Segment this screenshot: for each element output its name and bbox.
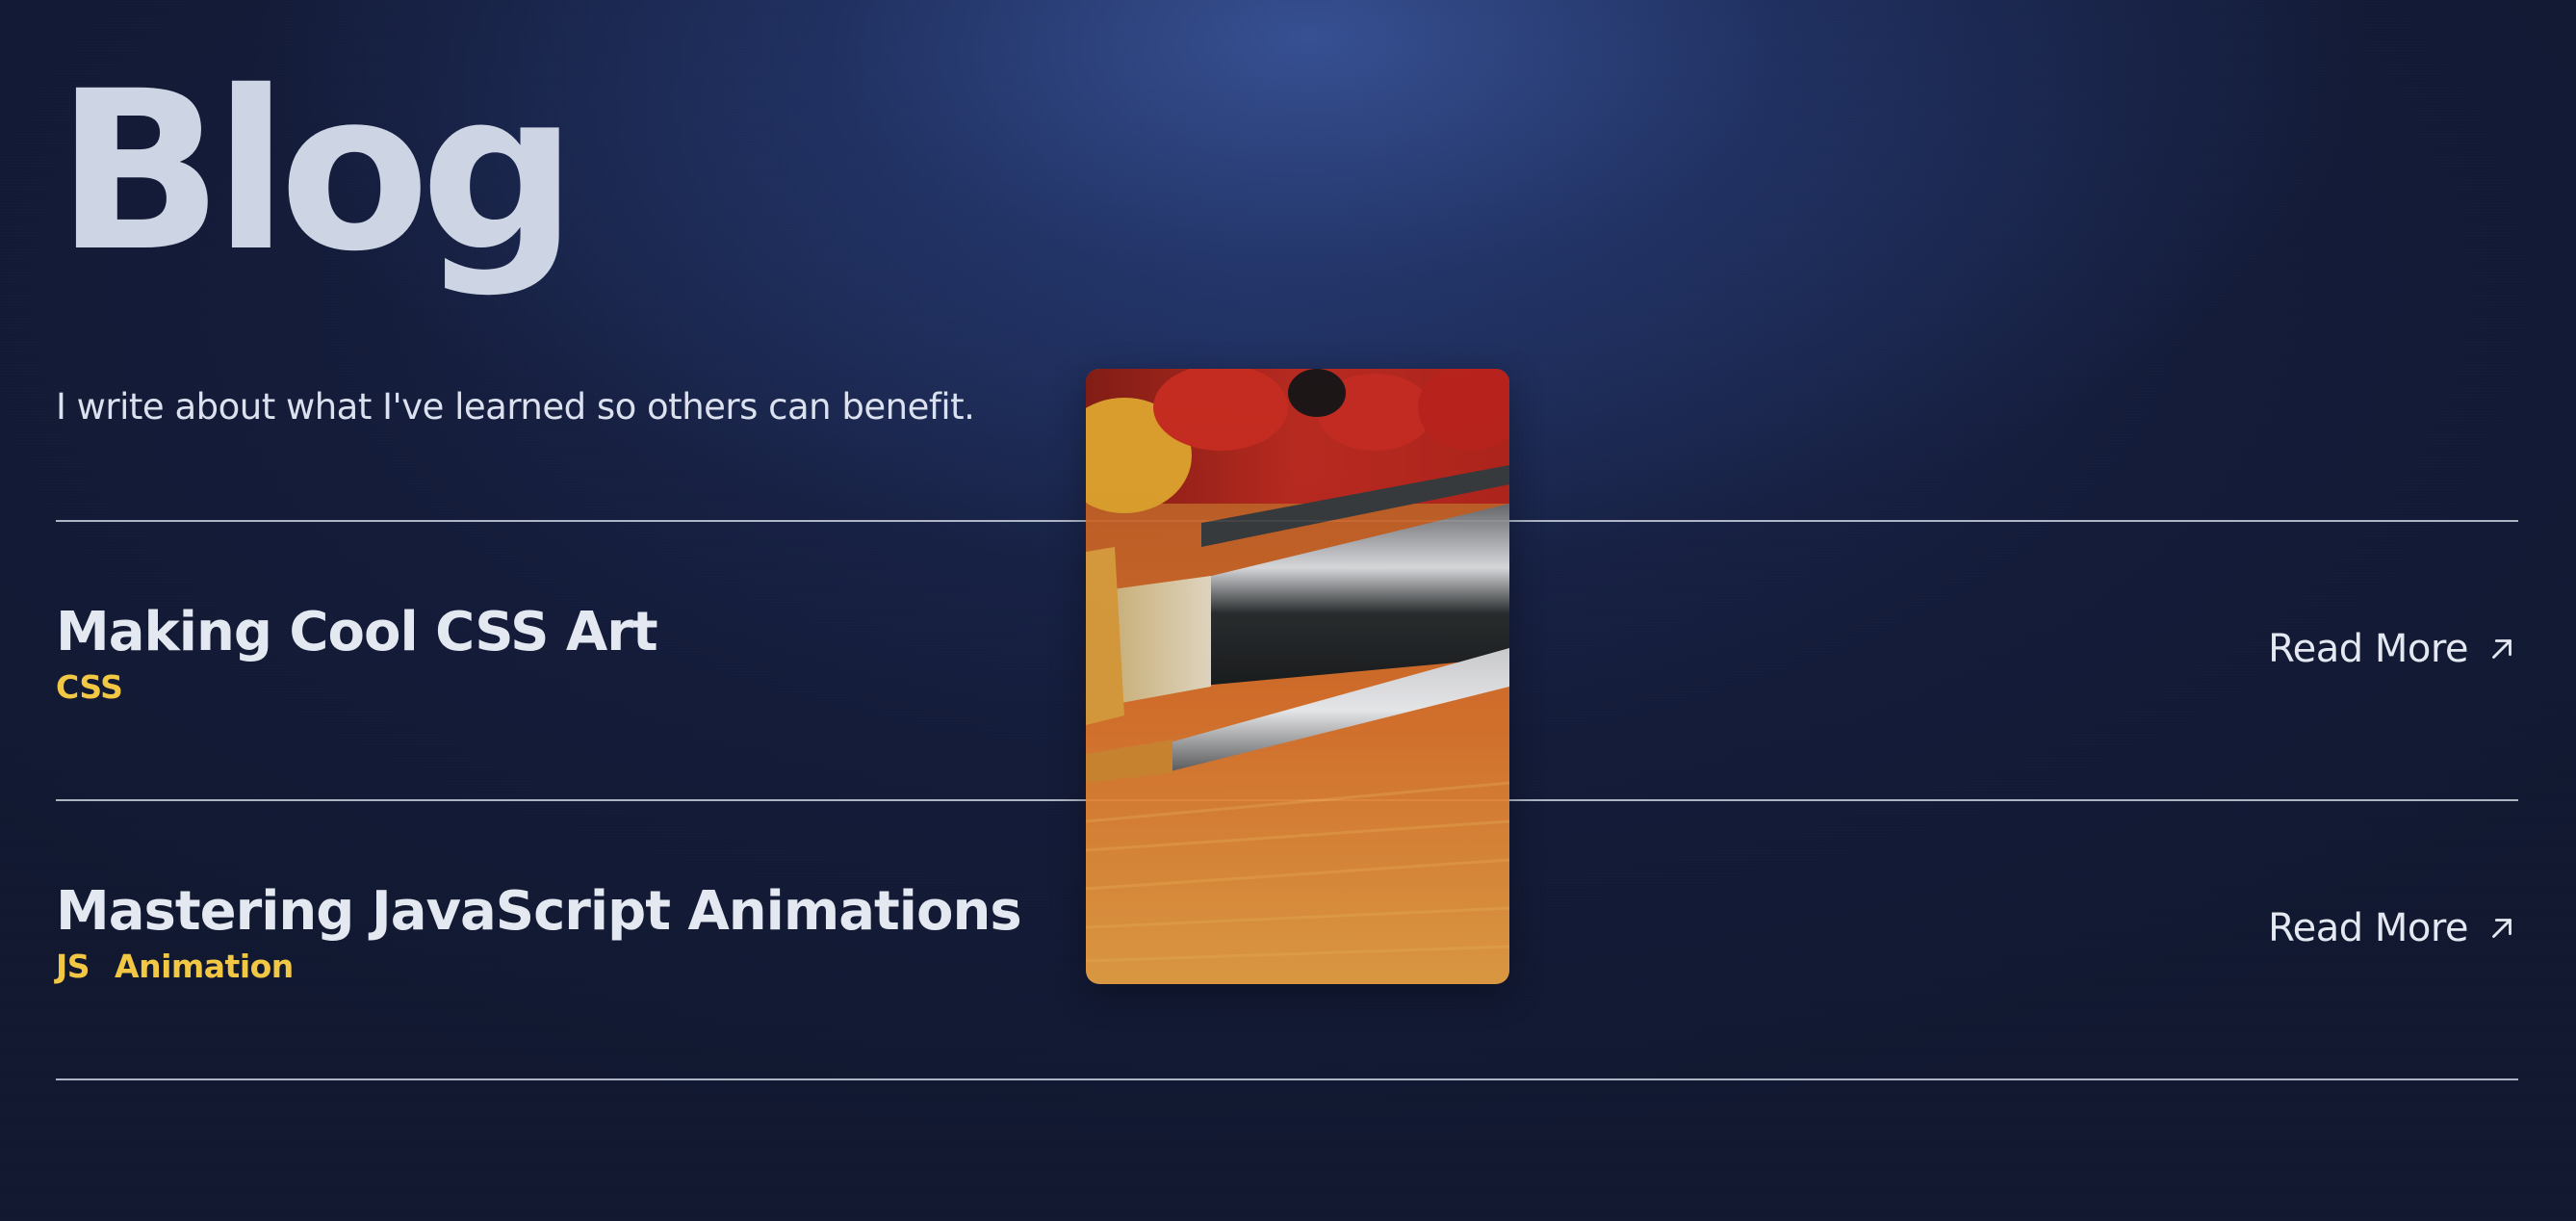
arrow-up-right-icon [2486,633,2518,665]
post-title[interactable]: Making Cool CSS Art [56,599,658,666]
read-more-label: Read More [2268,906,2468,950]
post-preview-image [1086,369,1509,984]
post-title[interactable]: Mastering JavaScript Animations [56,878,1022,946]
read-more-link[interactable]: Read More [2268,901,2518,955]
read-more-link[interactable]: Read More [2268,622,2518,676]
post-tags: JS Animation [56,948,294,986]
page-title: Blog [56,43,578,299]
tag-js[interactable]: JS [56,948,90,986]
tag-css[interactable]: CSS [56,668,123,707]
arrow-up-right-icon [2486,912,2518,945]
divider [56,1078,2518,1080]
tag-animation[interactable]: Animation [115,948,294,986]
read-more-label: Read More [2268,627,2468,671]
post-tags: CSS [56,668,123,707]
blog-page: Blog I write about what I've learned so … [56,0,2518,1221]
page-subtitle: I write about what I've learned so other… [56,386,975,428]
